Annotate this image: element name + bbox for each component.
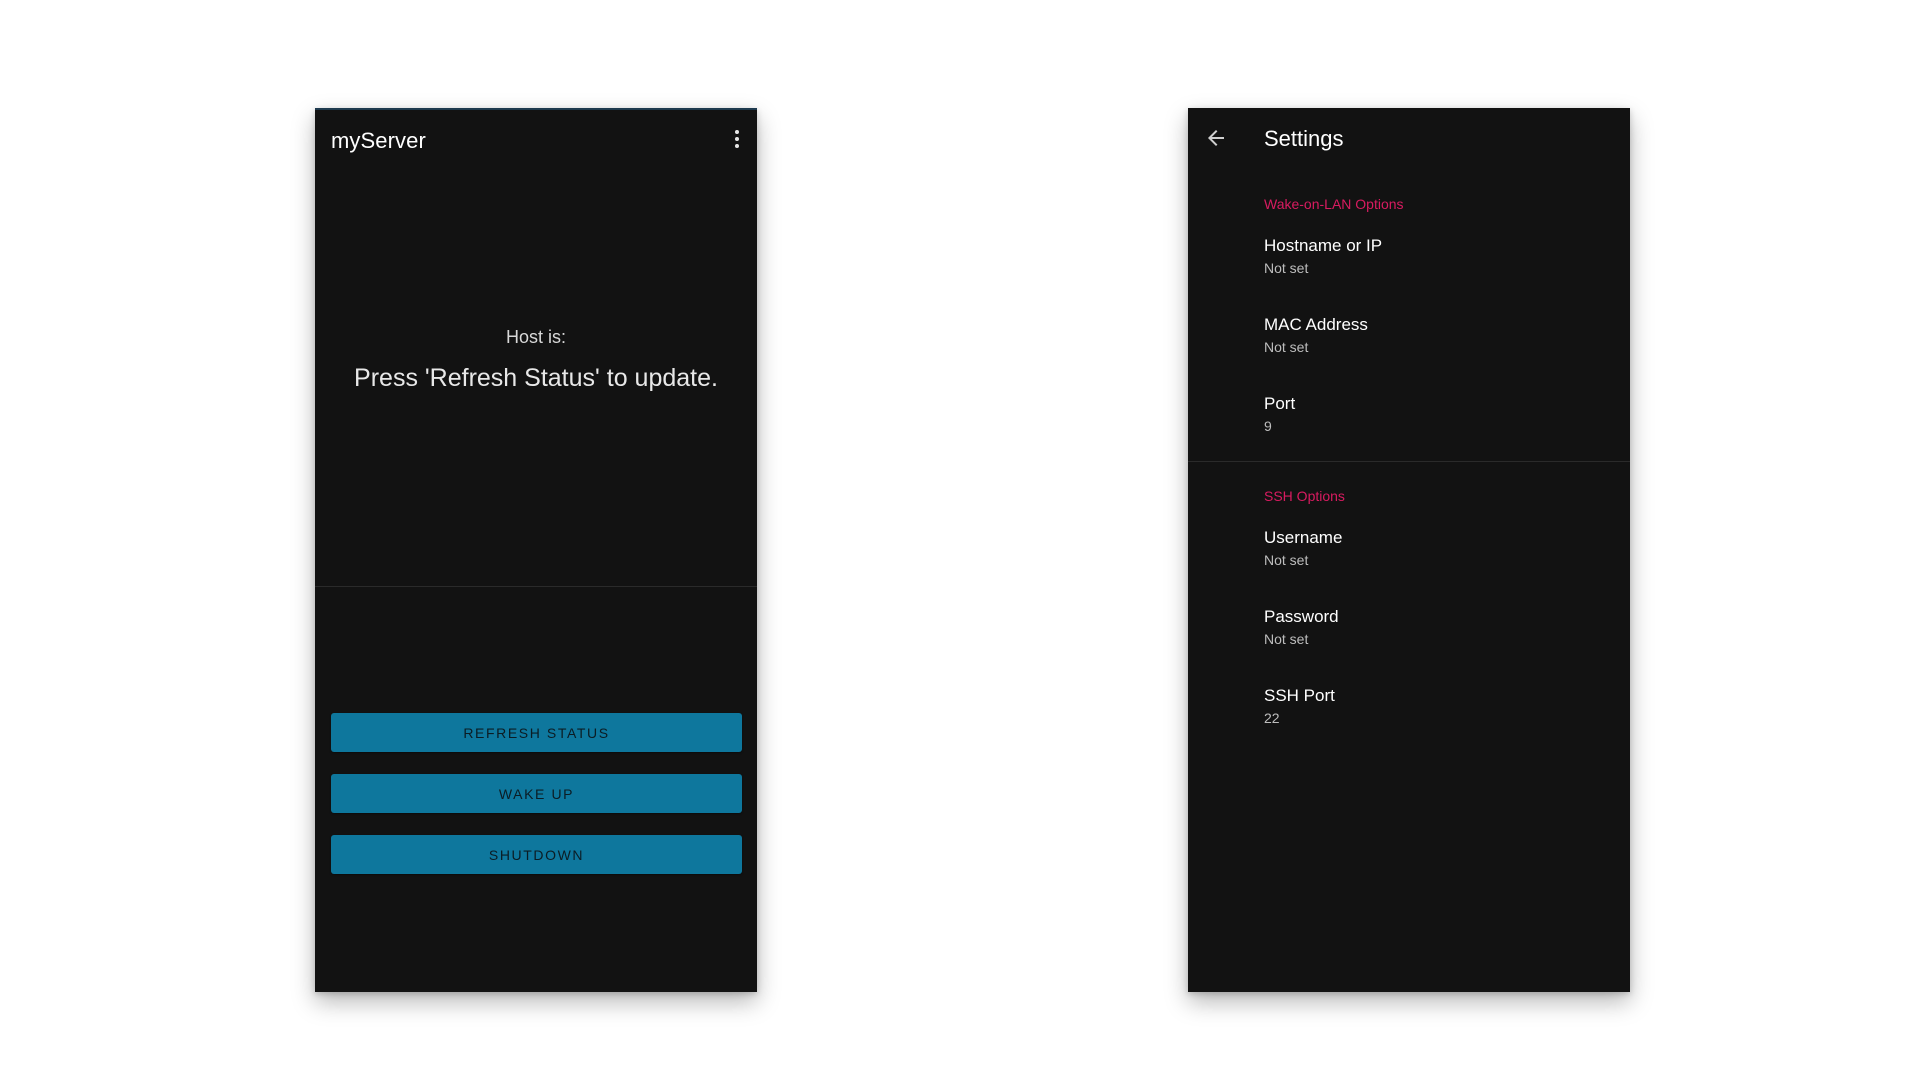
pref-title: Hostname or IP: [1264, 236, 1383, 255]
divider: [315, 586, 757, 587]
app-title: myServer: [331, 128, 426, 153]
wake-up-button[interactable]: WAKE UP: [331, 774, 742, 813]
pref-password[interactable]: Password Not set: [1188, 597, 1630, 667]
main-screen: myServer Host is: Press 'Refresh Status'…: [315, 108, 757, 992]
settings-title: Settings: [1264, 126, 1344, 151]
status-label: Host is:: [505, 327, 566, 347]
pref-summary: 22: [1264, 710, 1280, 726]
pref-summary: Not set: [1264, 552, 1309, 568]
pref-username[interactable]: Username Not set: [1188, 518, 1630, 588]
pref-port[interactable]: Port 9: [1188, 384, 1630, 454]
section-header-ssh: SSH Options: [1264, 488, 1345, 504]
pref-title: SSH Port: [1264, 686, 1335, 705]
settings-app-bar: Settings: [1188, 108, 1630, 170]
menu-dot: [735, 130, 739, 134]
arrow-back-icon[interactable]: [1204, 126, 1228, 150]
menu-dot: [735, 137, 739, 141]
more-vert-icon[interactable]: [725, 124, 749, 154]
section-divider: [1188, 461, 1630, 462]
status-value: Press 'Refresh Status' to update.: [354, 364, 718, 392]
pref-summary: Not set: [1264, 339, 1309, 355]
section-header-wol: Wake-on-LAN Options: [1264, 196, 1404, 212]
pref-mac-address[interactable]: MAC Address Not set: [1188, 305, 1630, 375]
settings-screen: Settings Wake-on-LAN Options Hostname or…: [1188, 108, 1630, 992]
pref-title: MAC Address: [1264, 315, 1368, 334]
pref-title: Password: [1264, 607, 1339, 626]
pref-summary: 9: [1264, 418, 1272, 434]
shutdown-button[interactable]: SHUTDOWN: [331, 835, 742, 874]
pref-summary: Not set: [1264, 260, 1309, 276]
pref-title: Port: [1264, 394, 1296, 413]
pref-summary: Not set: [1264, 631, 1309, 647]
pref-hostname[interactable]: Hostname or IP Not set: [1188, 226, 1630, 296]
pref-ssh-port[interactable]: SSH Port 22: [1188, 676, 1630, 746]
pref-title: Username: [1264, 528, 1343, 547]
refresh-status-button[interactable]: REFRESH STATUS: [331, 713, 742, 752]
menu-dot: [735, 144, 739, 148]
